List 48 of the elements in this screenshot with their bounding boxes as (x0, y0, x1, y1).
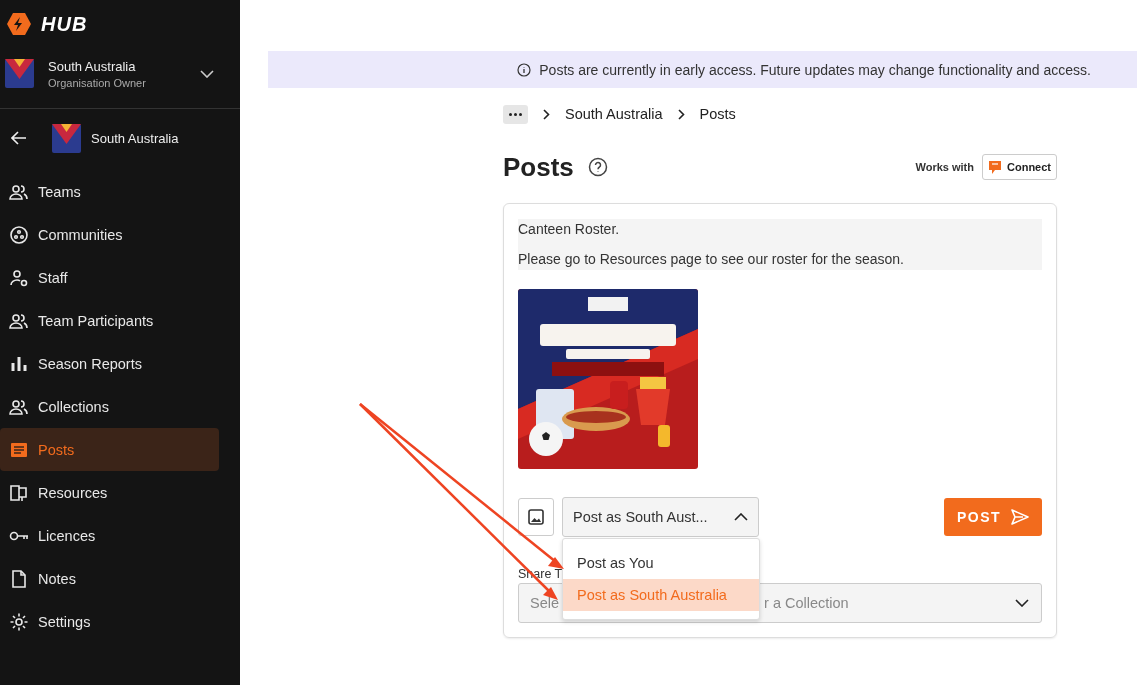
chat-bubble-icon (988, 159, 1002, 175)
nav-item[interactable]: Resources (0, 471, 219, 514)
post-text-field[interactable]: Canteen Roster. Please go to Resources page to see our roster for the season. (518, 219, 1042, 270)
flag-icon (5, 59, 34, 88)
info-icon (517, 62, 532, 77)
nav-item[interactable]: Teams (0, 170, 219, 213)
more-button[interactable] (503, 104, 528, 124)
more-icon (509, 112, 522, 116)
image-icon (528, 509, 544, 525)
post-text-line: Canteen Roster. (518, 221, 621, 237)
org-name: South Australia (48, 58, 137, 74)
nav-item[interactable]: Team Participants (0, 299, 219, 342)
chevron-right-icon (677, 108, 685, 120)
person-gear-icon (9, 267, 29, 288)
nav-item[interactable]: Communities (0, 213, 219, 256)
nav-item[interactable]: Season Reports (0, 342, 219, 385)
nav-item[interactable]: Posts (0, 428, 219, 471)
chevron-down-icon[interactable] (200, 69, 214, 78)
page-title: Posts (503, 151, 574, 183)
nav-item[interactable]: Collections (0, 385, 219, 428)
nav-item[interactable]: Settings (0, 600, 219, 643)
circle-dots-icon (9, 224, 29, 245)
org-role: Organisation Owner (48, 76, 147, 89)
send-icon (1011, 509, 1030, 525)
connect-button[interactable]: Connect (982, 154, 1057, 180)
help-icon[interactable] (587, 157, 608, 177)
breadcrumb-link[interactable]: Posts (699, 106, 736, 122)
folder-icon (9, 482, 29, 503)
back-arrow-icon[interactable] (11, 131, 27, 145)
post-text-line: Please go to Resources page to see our roster for the season. (518, 251, 905, 267)
flag-icon (52, 123, 81, 153)
add-image-button[interactable] (518, 498, 554, 536)
dropdown-option[interactable]: Post as You (563, 547, 759, 579)
works-with-label: Works with (915, 161, 974, 173)
nav-item[interactable]: Notes (0, 557, 219, 600)
breadcrumb-link[interactable]: South Australia (565, 106, 663, 122)
chevron-up-icon (734, 513, 748, 521)
document-icon (9, 568, 29, 589)
chevron-right-icon (543, 108, 550, 120)
nav-item[interactable]: Staff (0, 256, 219, 299)
logo-text: HUB (41, 12, 88, 36)
settings-icon (9, 611, 29, 632)
nav-item[interactable]: Licences (0, 514, 219, 557)
chevron-down-icon (1015, 599, 1029, 607)
logo-icon (7, 12, 31, 36)
post-as-select[interactable]: Post as South Aust... (562, 497, 759, 537)
banner-text: Posts are currently in early access. Future updates may change functionality and access. (539, 61, 1091, 78)
org-name: South Australia (91, 130, 179, 146)
